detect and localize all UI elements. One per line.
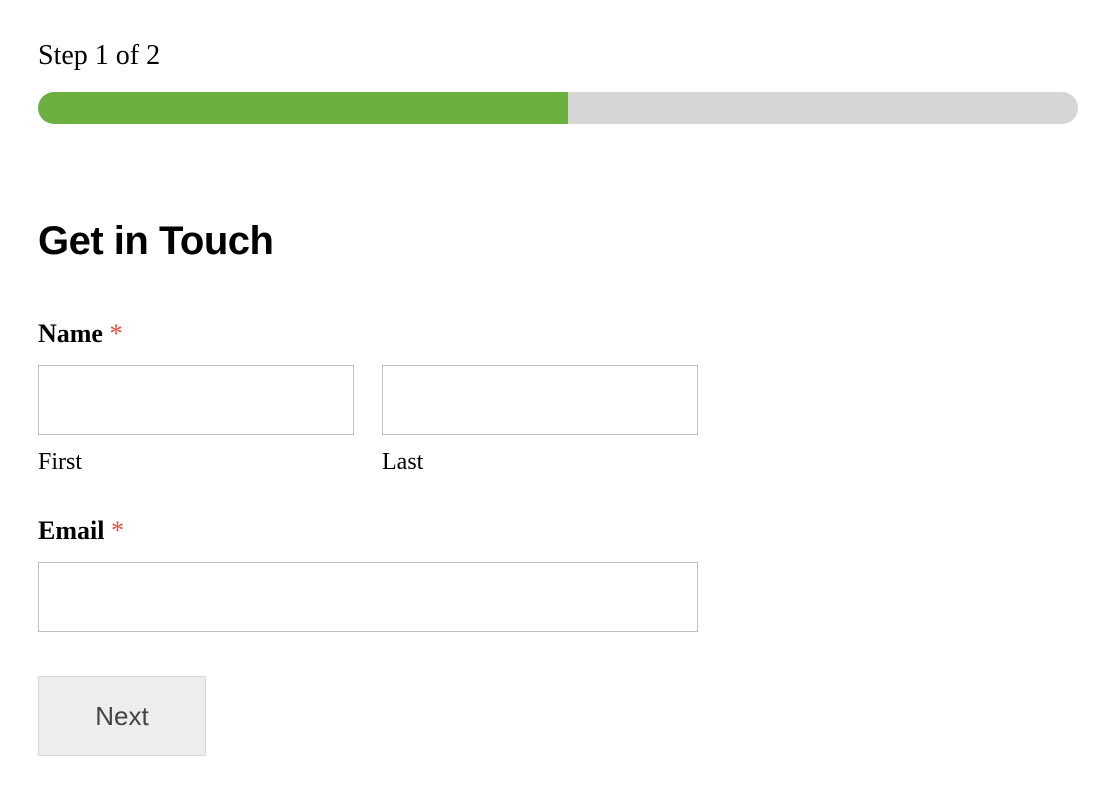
first-name-input[interactable] bbox=[38, 365, 354, 435]
last-name-input[interactable] bbox=[382, 365, 698, 435]
email-label: Email * bbox=[38, 516, 1078, 546]
last-name-sublabel: Last bbox=[382, 449, 698, 476]
name-fields-row: First Last bbox=[38, 365, 1078, 476]
step-indicator: Step 1 of 2 bbox=[38, 40, 1078, 72]
required-marker: * bbox=[109, 319, 122, 348]
progress-bar bbox=[38, 92, 1078, 124]
name-label-text: Name bbox=[38, 319, 103, 348]
next-button[interactable]: Next bbox=[38, 676, 206, 756]
first-name-subfield: First bbox=[38, 365, 354, 476]
email-field-group: Email * bbox=[38, 516, 1078, 632]
progress-bar-fill bbox=[38, 92, 568, 124]
name-label: Name * bbox=[38, 319, 1078, 349]
email-input[interactable] bbox=[38, 562, 698, 632]
required-marker: * bbox=[111, 516, 124, 545]
form-title: Get in Touch bbox=[38, 219, 1078, 264]
last-name-subfield: Last bbox=[382, 365, 698, 476]
first-name-sublabel: First bbox=[38, 449, 354, 476]
name-field-group: Name * First Last bbox=[38, 319, 1078, 476]
email-label-text: Email bbox=[38, 516, 104, 545]
